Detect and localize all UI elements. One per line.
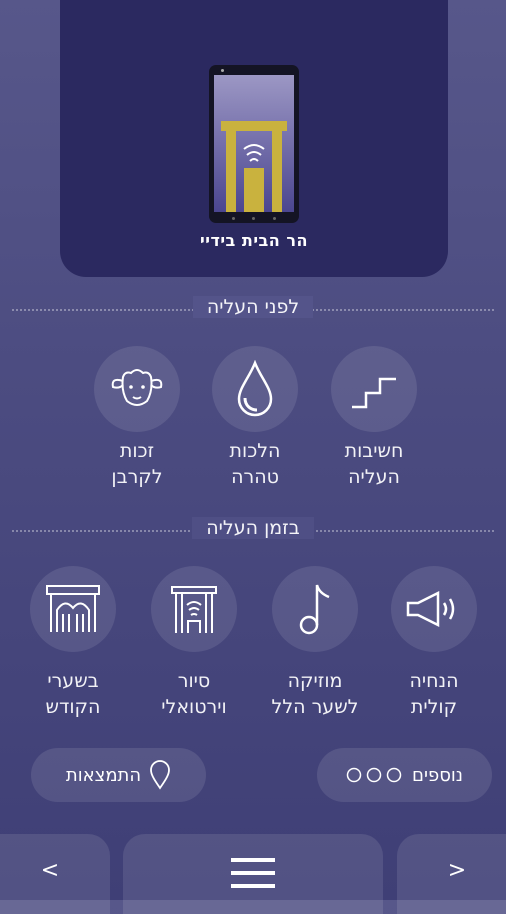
section-title-during: בזמן העליה bbox=[0, 517, 506, 539]
stairs-button[interactable] bbox=[331, 346, 417, 432]
label-stairs[interactable]: חשיבות העליה bbox=[314, 438, 434, 490]
map-pin-icon bbox=[150, 760, 171, 790]
stairs-icon bbox=[352, 377, 396, 409]
prev-button[interactable]: < bbox=[0, 834, 110, 914]
music-button[interactable] bbox=[272, 566, 358, 652]
water-drop-icon bbox=[237, 360, 273, 417]
music-note-icon bbox=[299, 584, 330, 635]
app-title: הר הבית בידיי bbox=[200, 231, 308, 250]
chevron-right-icon: > bbox=[447, 858, 467, 883]
phone-illustration-icon bbox=[209, 65, 299, 223]
hamburger-icon bbox=[231, 858, 275, 888]
arch-gate-icon bbox=[46, 585, 100, 632]
three-circles-icon bbox=[346, 767, 402, 783]
sheep-button[interactable] bbox=[94, 346, 180, 432]
hero-banner: הר הבית בידיי bbox=[60, 0, 448, 277]
virtual-tour-button[interactable] bbox=[151, 566, 237, 652]
next-button[interactable]: > bbox=[397, 834, 506, 914]
label-water-drop[interactable]: הלכות טהרה bbox=[195, 438, 315, 490]
label-voice-guide[interactable]: הנחיה קולית bbox=[374, 668, 494, 720]
orientation-button[interactable]: התמצאות bbox=[31, 748, 206, 802]
gate-wifi-icon bbox=[171, 586, 217, 633]
label-holy-gates[interactable]: בשערי הקודש bbox=[13, 668, 133, 720]
section-title-before: לפני העליה bbox=[0, 296, 506, 318]
holy-gates-button[interactable] bbox=[30, 566, 116, 652]
sheep-icon bbox=[111, 369, 163, 406]
menu-button[interactable] bbox=[123, 834, 383, 914]
label-sheep[interactable]: זכות לקרבן bbox=[77, 438, 197, 490]
label-virtual-tour[interactable]: סיור וירטואלי bbox=[134, 668, 254, 720]
orientation-label: התמצאות bbox=[65, 764, 142, 786]
speaker-icon bbox=[406, 591, 455, 627]
label-music[interactable]: מוזיקה לשער הלל bbox=[255, 668, 375, 720]
chevron-left-icon: < bbox=[40, 858, 60, 883]
more-label: נוספים bbox=[412, 764, 464, 786]
more-button[interactable]: נוספים bbox=[317, 748, 492, 802]
voice-guide-button[interactable] bbox=[391, 566, 477, 652]
water-drop-button[interactable] bbox=[212, 346, 298, 432]
